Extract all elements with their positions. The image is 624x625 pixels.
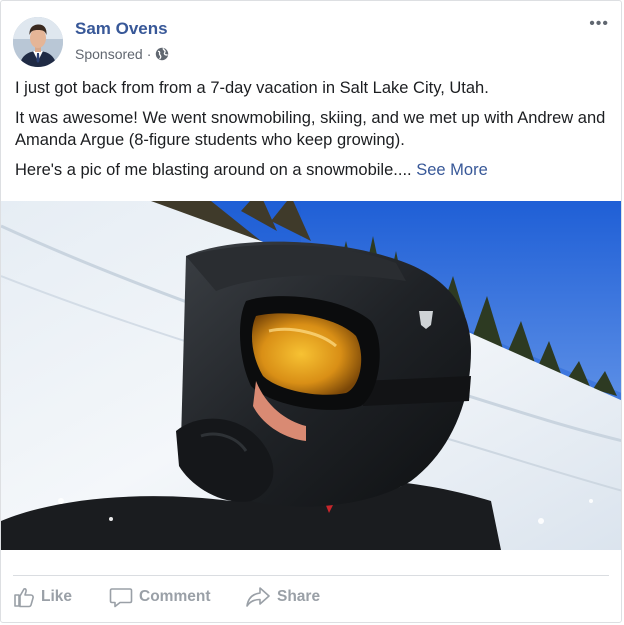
post-actions: Like Comment Share (13, 575, 609, 621)
post-paragraph-3: Here's a pic of me blasting around on a … (15, 159, 615, 181)
share-arrow-icon (246, 587, 270, 607)
sponsored-post: Sam Ovens Sponsored · ••• I just got bac… (0, 0, 622, 623)
like-button[interactable]: Like (13, 586, 72, 608)
share-label: Share (277, 588, 321, 605)
like-label: Like (41, 588, 73, 605)
post-meta: Sponsored · (75, 46, 169, 62)
globe-icon (155, 47, 169, 61)
thumbs-up-icon (14, 588, 34, 608)
post-header: Sam Ovens Sponsored · ••• (13, 15, 609, 67)
post-photo[interactable] (1, 201, 621, 550)
share-button[interactable]: Share (245, 586, 320, 608)
post-paragraph-2: It was awesome! We went snowmobiling, sk… (15, 109, 606, 149)
meta-separator: · (146, 46, 152, 62)
post-text: I just got back from from a 7-day vacati… (15, 77, 615, 189)
comment-button[interactable]: Comment (109, 586, 210, 608)
post-paragraph-3-text: Here's a pic of me blasting around on a … (15, 161, 412, 179)
more-options-icon[interactable]: ••• (589, 16, 609, 32)
post-paragraph-1: I just got back from from a 7-day vacati… (15, 79, 489, 97)
comment-label: Comment (139, 588, 211, 605)
speech-bubble-icon (109, 588, 133, 608)
sponsored-label[interactable]: Sponsored (75, 46, 143, 62)
avatar[interactable] (13, 17, 63, 67)
see-more-link[interactable]: See More (416, 161, 488, 179)
author-name[interactable]: Sam Ovens (75, 19, 168, 39)
